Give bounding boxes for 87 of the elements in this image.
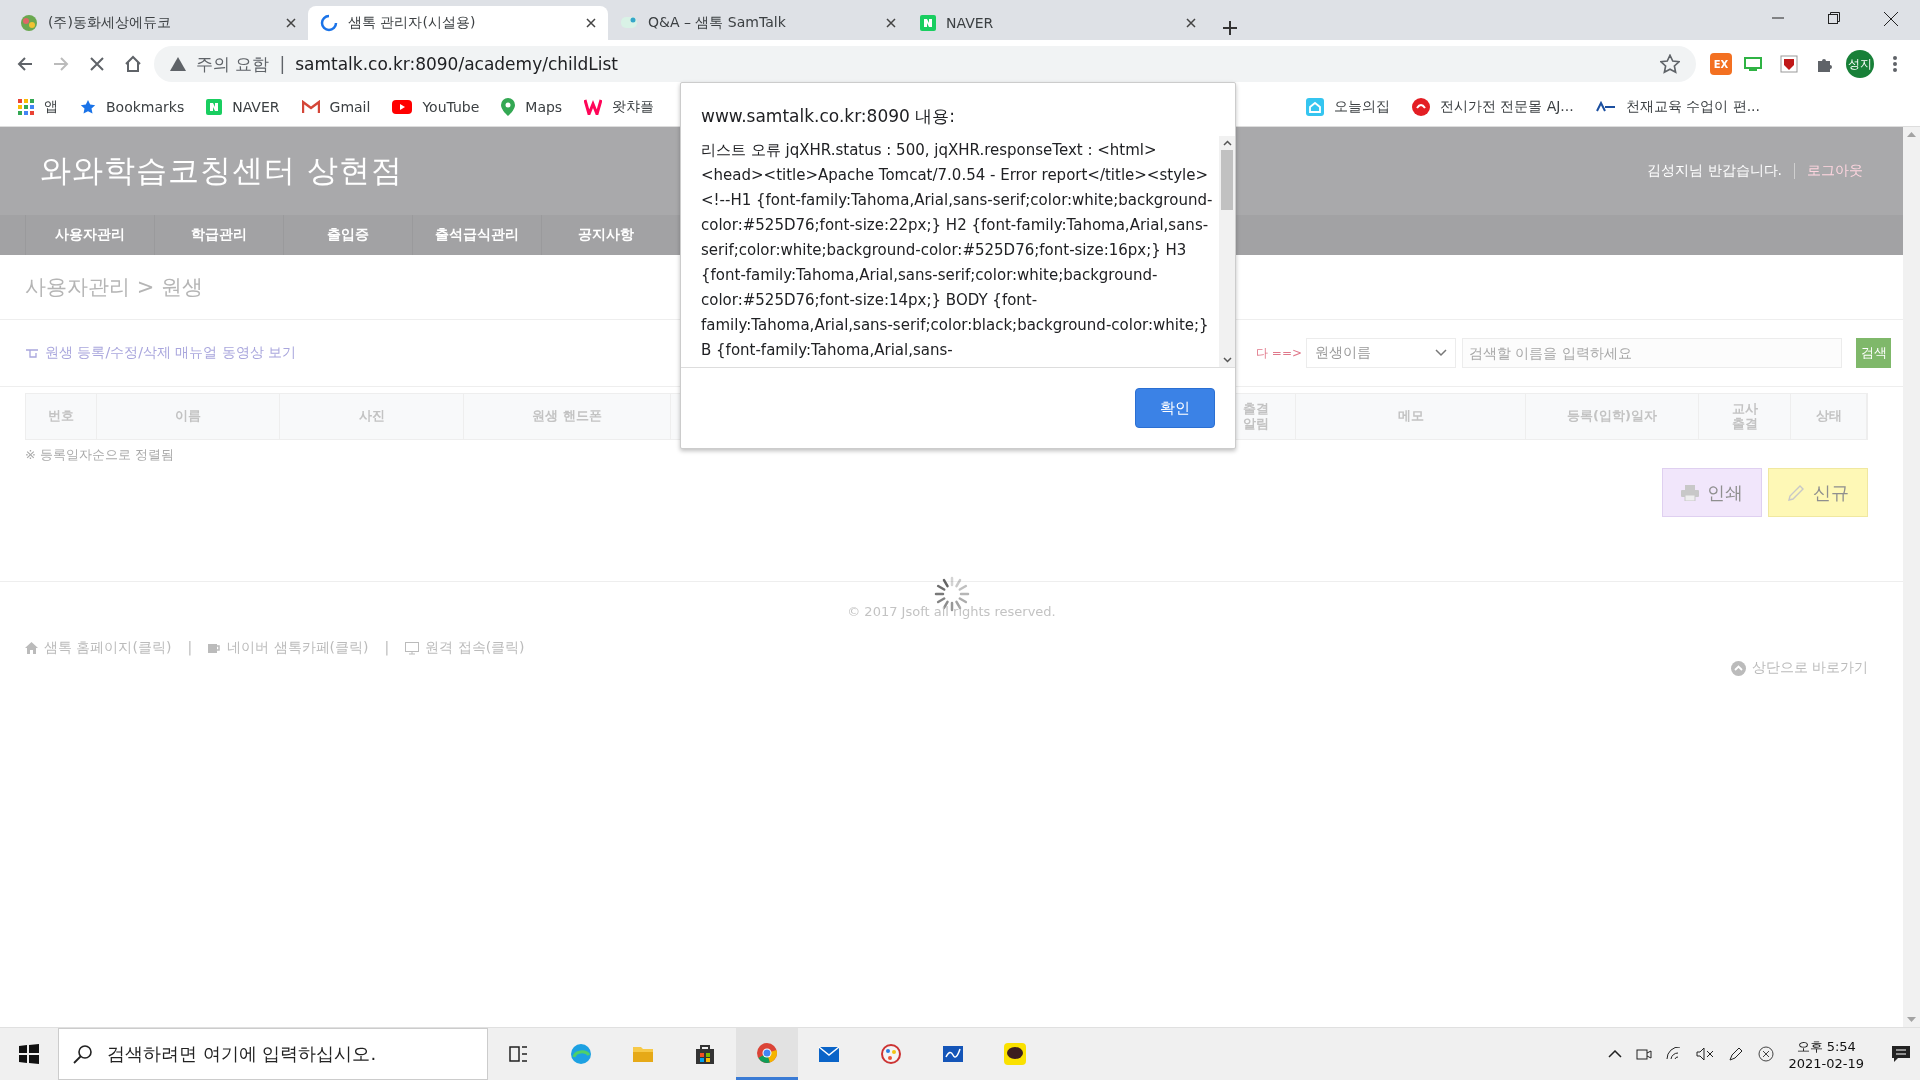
stop-icon[interactable] bbox=[90, 57, 104, 71]
chevron-down-icon bbox=[1435, 349, 1447, 357]
greeting-text: 김성지님 반갑습니다. bbox=[1647, 162, 1782, 180]
up-circle-icon bbox=[1730, 660, 1746, 676]
monitor-icon[interactable] bbox=[1744, 57, 1762, 71]
security-warning[interactable]: 주의 요함 bbox=[196, 52, 270, 76]
star-outline-icon[interactable] bbox=[1660, 54, 1680, 74]
bookmark-link[interactable]: 앱 bbox=[44, 98, 58, 116]
warning-icon bbox=[170, 57, 186, 71]
search-icon bbox=[73, 1044, 93, 1064]
browser-tab[interactable]: NAVER bbox=[908, 6, 1208, 40]
close-icon[interactable] bbox=[286, 18, 296, 28]
home-icon[interactable] bbox=[124, 55, 142, 73]
browser-swirl-icon[interactable] bbox=[571, 1044, 591, 1064]
browser-tab[interactable]: Q&A – 샘톡 SamTalk bbox=[608, 6, 908, 40]
scroll-down-icon[interactable] bbox=[1222, 357, 1232, 363]
play-icon bbox=[392, 100, 413, 114]
dialog-title: www.samtalk.co.kr:8090 내용: bbox=[700, 105, 956, 128]
bookmark-link[interactable]: Gmail bbox=[329, 99, 371, 115]
address-separator: | bbox=[279, 54, 286, 74]
cup-icon bbox=[208, 642, 222, 654]
mail-m-icon bbox=[301, 100, 320, 114]
n-logo-icon bbox=[206, 99, 223, 115]
shopping-bag-icon[interactable] bbox=[696, 1045, 714, 1064]
profile-avatar[interactable]: 성지 bbox=[1846, 50, 1874, 78]
ok-button[interactable]: 확인 bbox=[1135, 388, 1215, 428]
clock-time[interactable]: 오후 5:54 bbox=[1796, 1037, 1856, 1056]
envelope-icon[interactable] bbox=[818, 1046, 840, 1062]
back-arrow-icon[interactable] bbox=[17, 56, 33, 72]
bookmark-link[interactable]: 전시가전 전문몰 AJ... bbox=[1439, 98, 1574, 116]
address-bar[interactable]: 주의 요함 | samtalk.co.kr:8090/academy/childList bbox=[154, 46, 1696, 82]
link-separator: | bbox=[384, 639, 390, 655]
bookmark-link[interactable]: NAVER bbox=[232, 99, 280, 115]
link-separator: | bbox=[187, 639, 193, 655]
camera-icon[interactable] bbox=[1636, 1047, 1653, 1061]
bookmark-link[interactable]: 왓챠플 bbox=[612, 98, 655, 116]
browser-tab[interactable]: 샘톡 관리자(시설용) bbox=[308, 6, 608, 40]
bookmark-link[interactable]: 오늘의집 bbox=[1333, 98, 1390, 116]
new-tab-icon[interactable] bbox=[1222, 20, 1238, 36]
scrollbar-thumb[interactable] bbox=[1221, 150, 1233, 210]
wifi-icon[interactable] bbox=[1666, 1047, 1683, 1061]
scroll-up-icon[interactable] bbox=[1222, 140, 1232, 146]
copyright-text: © 2017 Jsoft all rights reserved. bbox=[846, 604, 1057, 619]
loading-icon bbox=[320, 14, 338, 32]
restore-icon[interactable] bbox=[1828, 12, 1840, 24]
wave-logo-icon bbox=[1595, 101, 1616, 113]
close-circle-icon[interactable] bbox=[1758, 1046, 1775, 1062]
close-icon[interactable] bbox=[886, 18, 896, 28]
clock-date[interactable]: 2021-02-19 bbox=[1788, 1055, 1864, 1071]
monitor-icon bbox=[405, 641, 420, 655]
close-icon[interactable] bbox=[586, 18, 596, 28]
n-logo-icon bbox=[920, 15, 936, 31]
taskbar-search-field[interactable]: 검색하려면 여기에 입력하십시오. bbox=[58, 1028, 488, 1080]
browser-tab[interactable]: (주)동화세상에듀코 bbox=[8, 6, 308, 40]
chrome-icon[interactable] bbox=[757, 1042, 777, 1063]
shield-icon[interactable] bbox=[1780, 55, 1798, 73]
search-field[interactable]: 검색할 이름을 입력하세요 bbox=[1462, 338, 1842, 368]
url-text[interactable]: samtalk.co.kr:8090/academy/childList bbox=[295, 54, 618, 74]
bookmark-link[interactable]: YouTube bbox=[422, 99, 480, 115]
house-icon bbox=[1305, 98, 1324, 116]
task-view-icon[interactable] bbox=[509, 1046, 528, 1062]
more-menu-icon[interactable] bbox=[1893, 56, 1897, 72]
pencil-icon bbox=[1787, 483, 1805, 502]
chat-app-icon[interactable] bbox=[1004, 1043, 1026, 1065]
notification-icon[interactable] bbox=[1892, 1046, 1910, 1062]
round-logo-icon bbox=[1411, 98, 1430, 116]
windows-logo-icon[interactable] bbox=[19, 1044, 39, 1064]
close-icon[interactable] bbox=[1186, 18, 1196, 28]
home-icon bbox=[25, 642, 38, 654]
close-icon[interactable] bbox=[1884, 12, 1898, 26]
search-hint: 다 ==> bbox=[1256, 344, 1302, 362]
site-title: 와와학습코칭센터 상현점 bbox=[40, 151, 403, 190]
speaker-muted-icon[interactable] bbox=[1696, 1047, 1715, 1061]
sort-note: ※ 등록일자순으로 정렬됨 bbox=[25, 446, 176, 464]
bookmark-link[interactable]: 천재교육 수업이 편... bbox=[1625, 98, 1760, 116]
chevron-up-icon[interactable] bbox=[1608, 1050, 1623, 1058]
palette-icon[interactable] bbox=[881, 1044, 901, 1064]
star-icon bbox=[80, 99, 96, 115]
pointing-hand-icon bbox=[25, 348, 39, 358]
w-logo-icon bbox=[584, 99, 603, 115]
whiteboard-icon[interactable] bbox=[943, 1046, 963, 1062]
map-pin-icon bbox=[501, 98, 516, 116]
bookmark-link[interactable]: Bookmarks bbox=[106, 99, 185, 115]
apps-grid-icon bbox=[18, 99, 34, 115]
bookmark-link[interactable]: Maps bbox=[525, 99, 563, 115]
printer-icon bbox=[1681, 484, 1699, 501]
pen-icon[interactable] bbox=[1728, 1046, 1745, 1062]
